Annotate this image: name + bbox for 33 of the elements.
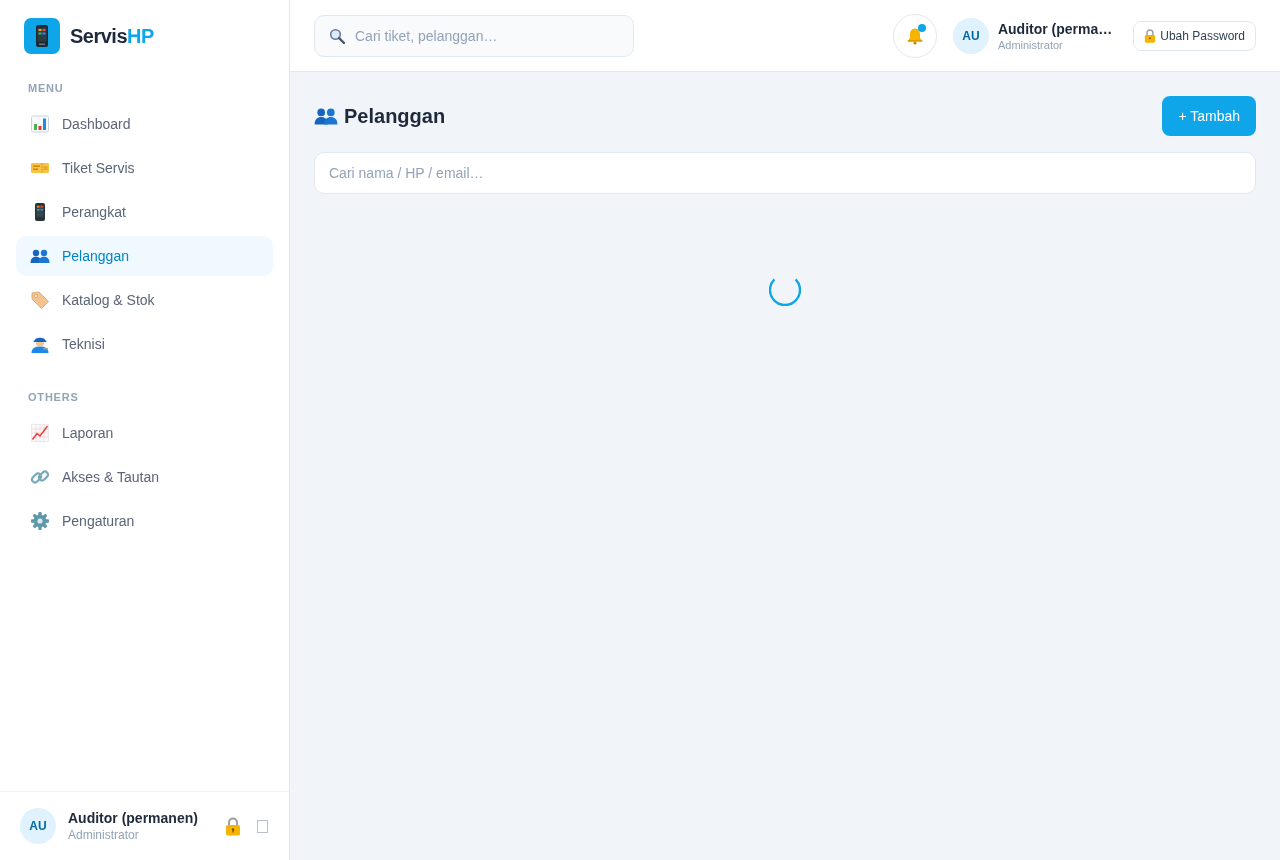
nav-item[interactable]: Teknisi bbox=[16, 324, 273, 364]
lock-icon bbox=[1144, 28, 1157, 43]
line-chart-icon bbox=[30, 423, 50, 443]
link-icon bbox=[30, 467, 50, 487]
nav-item[interactable]: Akses & Tautan bbox=[16, 457, 273, 497]
user-name: Auditor (permanen) bbox=[68, 810, 199, 826]
search-field[interactable]: Cari nama / HP / email… bbox=[314, 152, 1256, 194]
section-heading: OTHERS bbox=[27, 390, 80, 405]
tag-icon bbox=[30, 290, 50, 310]
user-name: Auditor (perma… bbox=[997, 20, 1113, 37]
avatar: AU bbox=[952, 17, 989, 54]
bar-chart-icon bbox=[30, 114, 50, 134]
brand-name: ServisHP bbox=[70, 24, 154, 48]
change-password-button[interactable]: Ubah Password bbox=[1133, 20, 1256, 51]
nav-item[interactable]: Pelanggan bbox=[16, 236, 273, 276]
user-role: Administrator bbox=[68, 828, 140, 842]
user-role: Administrator bbox=[997, 38, 1064, 51]
logo-icon bbox=[24, 18, 60, 54]
settings-icon bbox=[30, 511, 50, 531]
section-heading: MENU bbox=[27, 81, 65, 96]
bell-icon bbox=[905, 26, 924, 45]
avatar: AU bbox=[20, 808, 56, 844]
lock-icon[interactable] bbox=[225, 816, 241, 836]
nav-item[interactable]: Tiket Servis bbox=[16, 148, 273, 188]
square-icon[interactable] bbox=[257, 819, 268, 833]
nav-item[interactable]: Pengaturan bbox=[16, 501, 273, 541]
nav-item[interactable]: Dashboard bbox=[16, 104, 273, 144]
nav-item[interactable]: Perangkat bbox=[16, 192, 273, 232]
nav-item[interactable]: Laporan bbox=[16, 413, 273, 453]
search-icon bbox=[329, 27, 345, 44]
page-title: Pelanggan bbox=[344, 104, 446, 128]
nav-item[interactable]: Katalog & Stok bbox=[16, 280, 273, 320]
search-field[interactable]: Cari tiket, pelanggan… bbox=[314, 14, 634, 57]
